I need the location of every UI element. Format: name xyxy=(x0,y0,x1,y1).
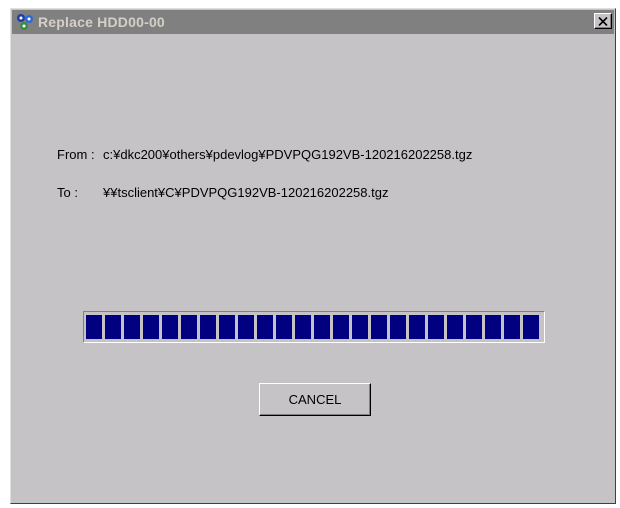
progress-block xyxy=(523,315,539,339)
progress-block xyxy=(428,315,444,339)
hdd-app-icon xyxy=(15,12,35,32)
progress-block xyxy=(352,315,368,339)
progress-block xyxy=(485,315,501,339)
progress-block xyxy=(371,315,387,339)
title-bar[interactable]: Replace HDD00-00 xyxy=(12,10,614,34)
to-row: To : ¥¥tsclient¥C¥PDVPQG192VB-1202162022… xyxy=(57,185,388,200)
progress-block xyxy=(276,315,292,339)
progress-block xyxy=(86,315,102,339)
progress-block xyxy=(390,315,406,339)
replace-hdd-dialog: Replace HDD00-00 From : c:¥dkc200¥others… xyxy=(10,8,616,504)
progress-block xyxy=(409,315,425,339)
to-path: ¥¥tsclient¥C¥PDVPQG192VB-120216202258.tg… xyxy=(103,185,389,200)
from-label: From : xyxy=(57,147,95,162)
progress-block xyxy=(181,315,197,339)
progress-block xyxy=(504,315,520,339)
progress-block xyxy=(295,315,311,339)
close-button[interactable] xyxy=(594,13,612,29)
cancel-button[interactable]: CANCEL xyxy=(259,383,371,416)
to-label: To : xyxy=(57,185,78,200)
progress-block xyxy=(200,315,216,339)
progress-bar xyxy=(83,311,545,343)
from-path: c:¥dkc200¥others¥pdevlog¥PDVPQG192VB-120… xyxy=(103,147,473,162)
progress-block xyxy=(333,315,349,339)
progress-block xyxy=(105,315,121,339)
close-icon xyxy=(598,16,608,26)
window-title: Replace HDD00-00 xyxy=(38,14,165,30)
progress-block xyxy=(219,315,235,339)
progress-block xyxy=(257,315,273,339)
progress-block xyxy=(314,315,330,339)
progress-block xyxy=(124,315,140,339)
progress-block xyxy=(162,315,178,339)
progress-block xyxy=(143,315,159,339)
progress-block xyxy=(466,315,482,339)
progress-block xyxy=(238,315,254,339)
dialog-body: From : c:¥dkc200¥others¥pdevlog¥PDVPQG19… xyxy=(12,35,614,502)
progress-fill xyxy=(86,315,542,339)
progress-block xyxy=(447,315,463,339)
from-row: From : c:¥dkc200¥others¥pdevlog¥PDVPQG19… xyxy=(57,147,472,162)
